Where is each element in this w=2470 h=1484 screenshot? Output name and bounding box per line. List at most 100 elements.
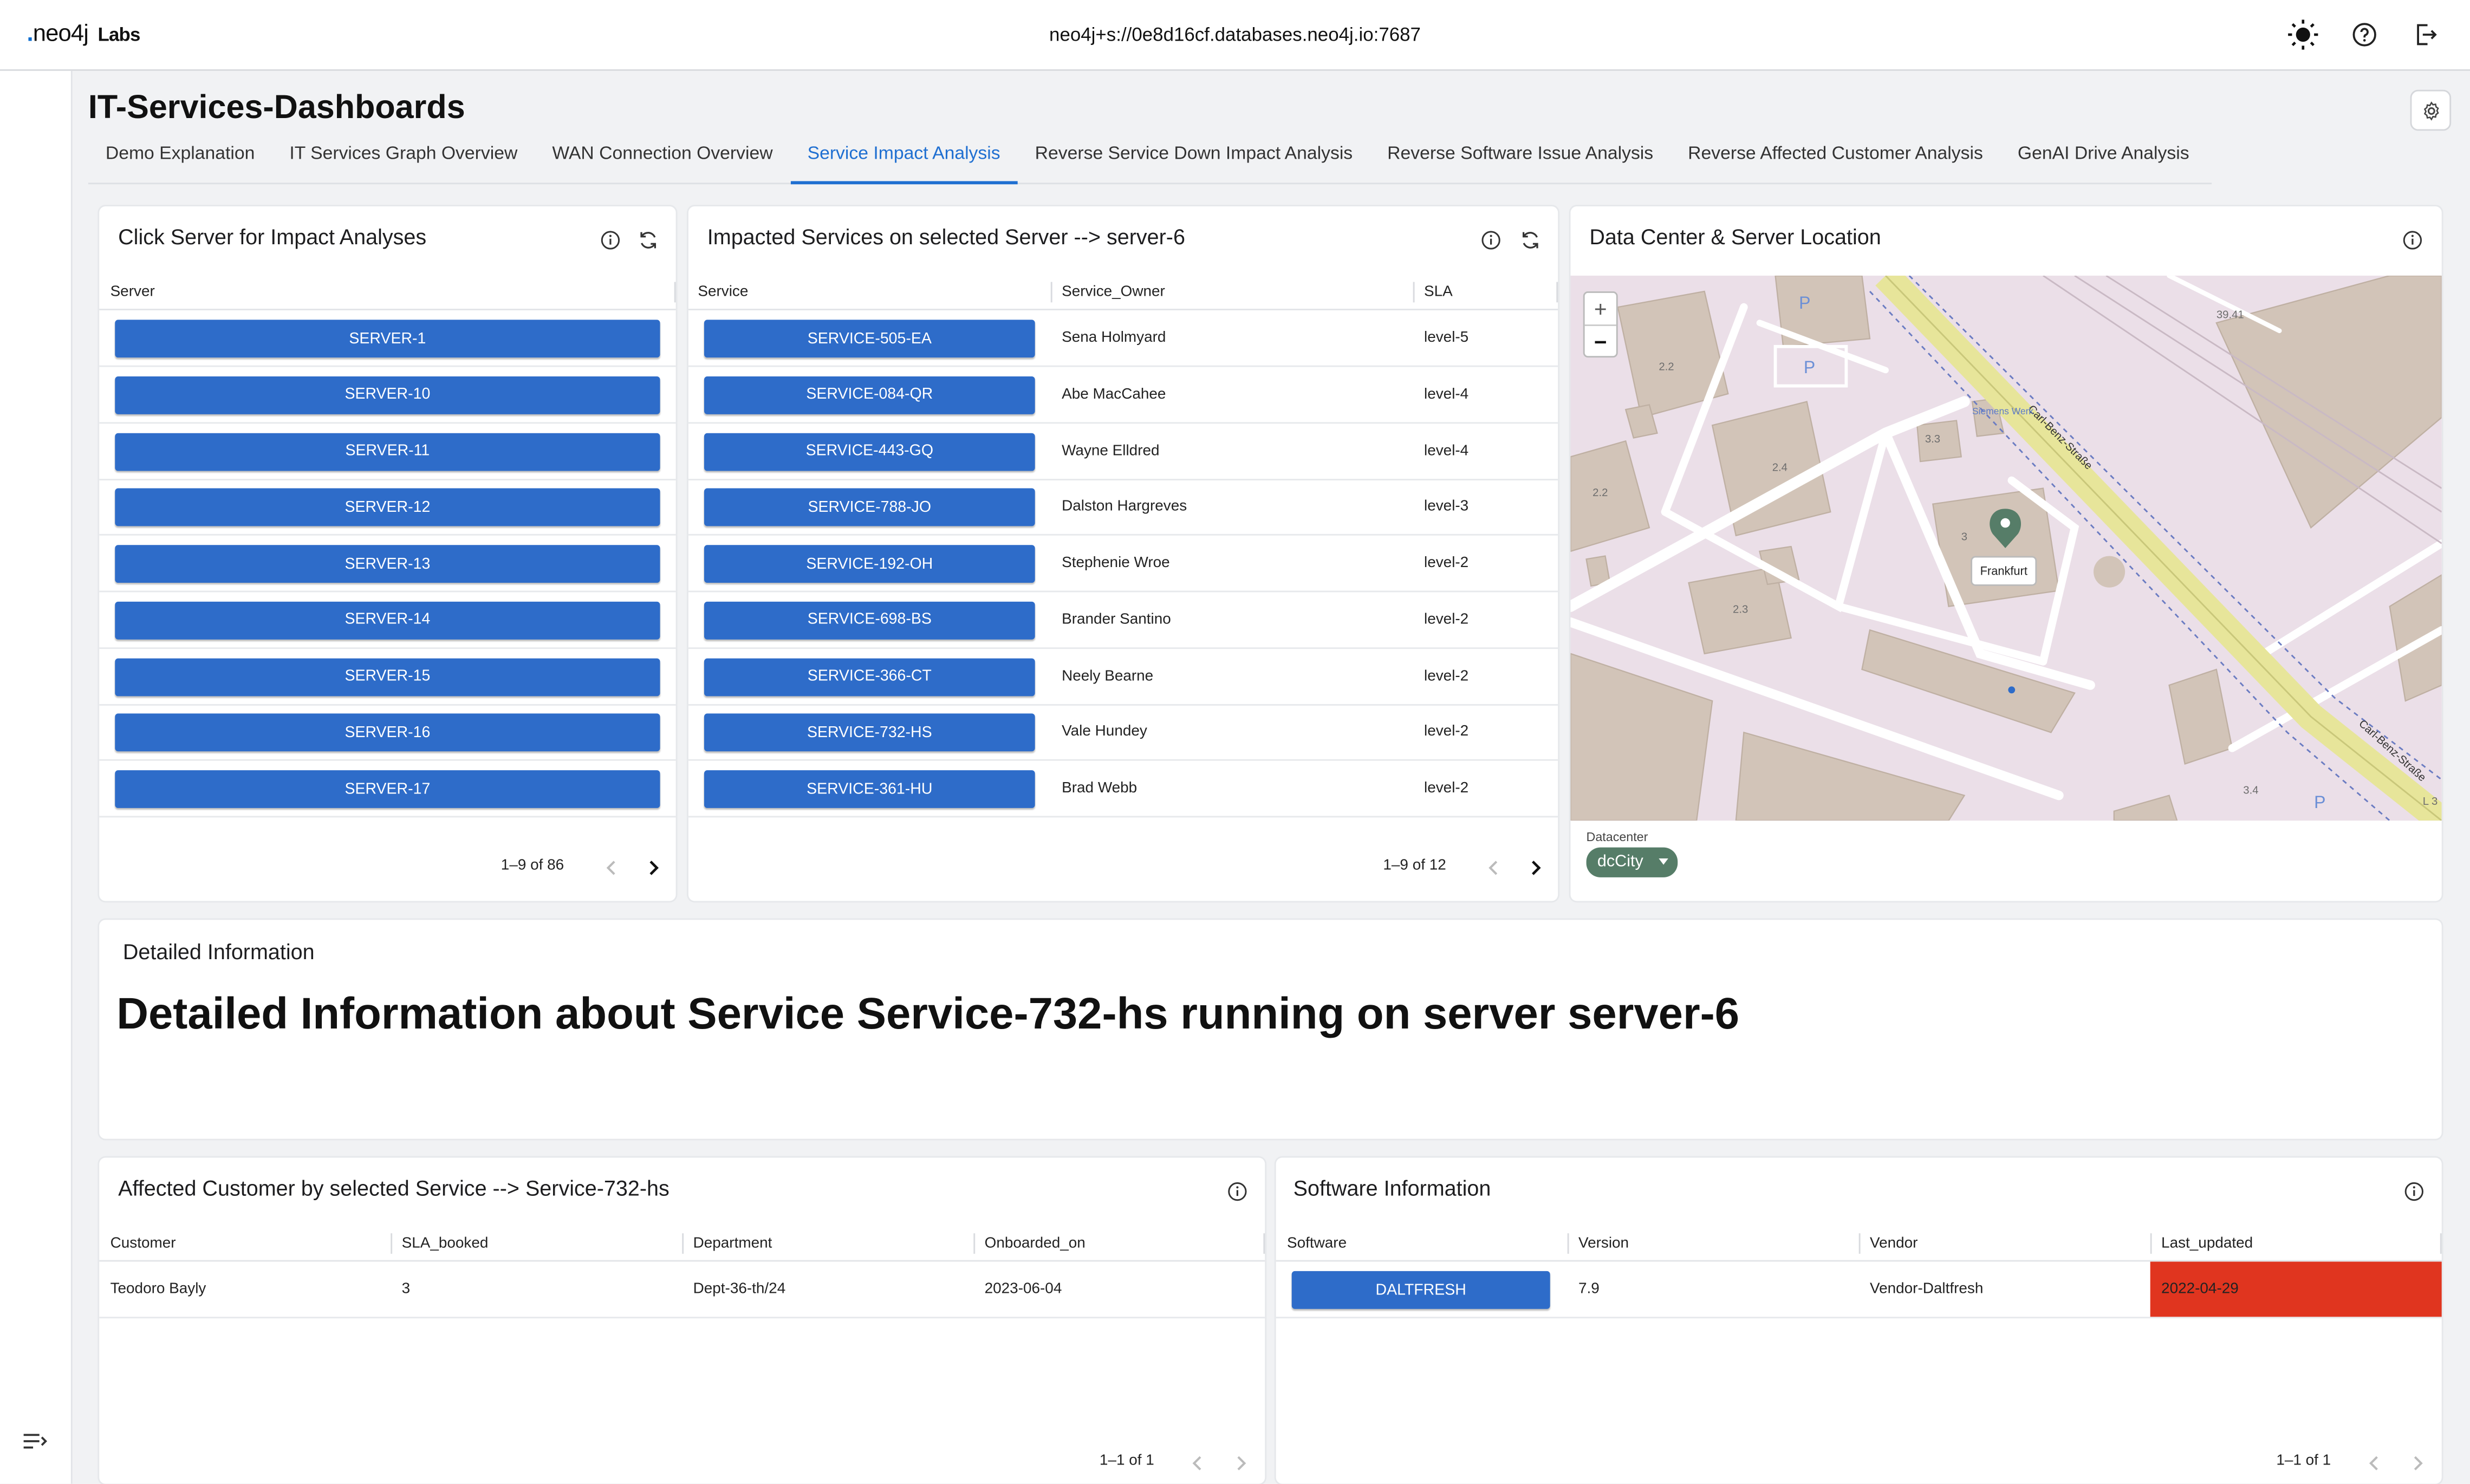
column-header-department[interactable]: Department <box>693 1235 772 1252</box>
column-header-sla[interactable]: SLA <box>1424 283 1453 301</box>
sla-cell: level-4 <box>1424 441 1469 459</box>
column-header-server[interactable]: Server <box>110 283 155 301</box>
tab-reverse-affected-customer[interactable]: Reverse Affected Customer Analysis <box>1670 140 2000 183</box>
service-button[interactable]: SERVICE-366-CT <box>704 658 1035 695</box>
info-icon[interactable] <box>599 229 621 251</box>
column-separator[interactable] <box>973 1233 976 1254</box>
table-row[interactable]: SERVER-17 <box>99 761 676 818</box>
tab-genai-drive-analysis[interactable]: GenAI Drive Analysis <box>2000 140 2207 183</box>
table-row[interactable]: SERVICE-366-CT Neely Bearne level-2 <box>688 648 1558 705</box>
column-separator[interactable] <box>1567 1233 1569 1254</box>
info-icon[interactable] <box>2401 229 2423 251</box>
service-button[interactable]: SERVICE-443-GQ <box>704 432 1035 471</box>
server-button[interactable]: SERVER-11 <box>115 432 660 471</box>
column-separator[interactable] <box>674 282 676 303</box>
column-separator[interactable] <box>2440 1233 2442 1254</box>
table-row[interactable]: SERVICE-084-QR Abe MacCahee level-4 <box>688 367 1558 424</box>
chevron-left-icon[interactable] <box>2363 1452 2385 1474</box>
tab-reverse-software-issue[interactable]: Reverse Software Issue Analysis <box>1370 140 1670 183</box>
tab-wan-connection-overview[interactable]: WAN Connection Overview <box>535 140 790 183</box>
software-button[interactable]: DALTFRESH <box>1291 1271 1550 1309</box>
settings-button[interactable] <box>2410 89 2452 131</box>
column-separator[interactable] <box>1413 282 1415 303</box>
sla-cell: level-2 <box>1424 667 1469 685</box>
column-header-customer[interactable]: Customer <box>110 1235 176 1252</box>
table-row[interactable]: Teodoro Bayly 3 Dept-36-th/24 2023-06-04 <box>99 1261 1265 1319</box>
service-button[interactable]: SERVICE-732-HS <box>704 714 1035 752</box>
column-separator[interactable] <box>1556 282 1558 303</box>
table-row[interactable]: DALTFRESH 7.9 Vendor-Daltfresh 2022-04-2… <box>1276 1261 2442 1319</box>
table-row[interactable]: SERVER-11 <box>99 423 676 480</box>
chevron-right-icon[interactable] <box>1230 1452 1252 1474</box>
chevron-right-icon[interactable] <box>2407 1452 2429 1474</box>
server-button[interactable]: SERVER-14 <box>115 601 660 640</box>
sidebar-toggle-icon[interactable] <box>22 1430 48 1459</box>
table-row[interactable]: SERVICE-788-JO Dalston Hargreves level-3 <box>688 479 1558 536</box>
server-button[interactable]: SERVER-17 <box>115 770 660 808</box>
server-button[interactable]: SERVER-1 <box>115 320 660 358</box>
map-tiles[interactable]: 2.2 2.4 2.2 2.3 3.3 3.4 39.41 3 L 3 P P … <box>1570 275 2442 821</box>
server-button[interactable]: SERVER-16 <box>115 714 660 752</box>
column-separator[interactable] <box>391 1233 393 1254</box>
card-title: Detailed Information <box>122 940 315 964</box>
table-row[interactable]: SERVICE-732-HS Vale Hundey level-2 <box>688 705 1558 761</box>
column-header-service[interactable]: Service <box>698 283 748 301</box>
table-row[interactable]: SERVER-1 <box>99 310 676 367</box>
table-row[interactable]: SERVICE-505-EA Sena Holmyard level-5 <box>688 310 1558 367</box>
table-row[interactable]: SERVER-10 <box>99 367 676 424</box>
table-row[interactable]: SERVER-15 <box>99 648 676 705</box>
tab-reverse-service-down[interactable]: Reverse Service Down Impact Analysis <box>1018 140 1370 183</box>
tab-service-impact-analysis[interactable]: Service Impact Analysis <box>790 140 1018 185</box>
column-header-last-updated[interactable]: Last_updated <box>2161 1235 2253 1252</box>
datacenter-select[interactable]: dcCity <box>1586 847 1678 877</box>
column-separator[interactable] <box>682 1233 684 1254</box>
info-icon[interactable] <box>2402 1180 2424 1202</box>
column-header-version[interactable]: Version <box>1578 1235 1629 1252</box>
column-separator[interactable] <box>1263 1233 1265 1254</box>
chevron-left-icon[interactable] <box>1483 857 1505 879</box>
server-button[interactable]: SERVER-10 <box>115 376 660 414</box>
server-button[interactable]: SERVER-13 <box>115 545 660 583</box>
version-cell: 7.9 <box>1578 1280 1600 1298</box>
table-row[interactable]: SERVICE-698-BS Brander Santino level-2 <box>688 592 1558 649</box>
logout-icon[interactable] <box>2410 19 2442 50</box>
column-header-vendor[interactable]: Vendor <box>1870 1235 1917 1252</box>
help-icon[interactable] <box>2349 19 2380 50</box>
column-separator[interactable] <box>2150 1233 2152 1254</box>
server-button[interactable]: SERVER-15 <box>115 658 660 695</box>
zoom-in-button[interactable]: + <box>1585 293 1616 324</box>
service-button[interactable]: SERVICE-788-JO <box>704 489 1035 527</box>
tab-demo-explanation[interactable]: Demo Explanation <box>88 140 272 183</box>
service-button[interactable]: SERVICE-505-EA <box>704 320 1035 358</box>
chevron-left-icon[interactable] <box>600 857 622 879</box>
table-row[interactable]: SERVER-16 <box>99 705 676 761</box>
column-header-software[interactable]: Software <box>1287 1235 1347 1252</box>
column-header-service-owner[interactable]: Service_Owner <box>1062 283 1165 301</box>
chevron-right-icon[interactable] <box>1525 857 1547 879</box>
chevron-right-icon[interactable] <box>643 857 665 879</box>
column-separator[interactable] <box>1858 1233 1861 1254</box>
table-row[interactable]: SERVER-13 <box>99 536 676 593</box>
column-header-onboarded-on[interactable]: Onboarded_on <box>985 1235 1086 1252</box>
info-icon[interactable] <box>1226 1180 1248 1202</box>
tab-it-services-graph-overview[interactable]: IT Services Graph Overview <box>272 140 535 183</box>
service-button[interactable]: SERVICE-192-OH <box>704 545 1035 583</box>
column-separator[interactable] <box>1050 282 1052 303</box>
server-button[interactable]: SERVER-12 <box>115 489 660 527</box>
table-row[interactable]: SERVER-14 <box>99 592 676 649</box>
column-header-sla-booked[interactable]: SLA_booked <box>402 1235 489 1252</box>
table-row[interactable]: SERVICE-192-OH Stephenie Wroe level-2 <box>688 536 1558 593</box>
table-row[interactable]: SERVER-12 <box>99 479 676 536</box>
refresh-icon[interactable] <box>1519 229 1541 251</box>
table-row[interactable]: SERVICE-443-GQ Wayne Elldred level-4 <box>688 423 1558 480</box>
zoom-out-button[interactable]: − <box>1584 324 1616 357</box>
sun-icon[interactable] <box>2287 19 2319 50</box>
location-map[interactable]: 2.2 2.4 2.2 2.3 3.3 3.4 39.41 3 L 3 P P … <box>1570 275 2442 821</box>
chevron-left-icon[interactable] <box>1186 1452 1208 1474</box>
table-row[interactable]: SERVICE-361-HU Brad Webb level-2 <box>688 761 1558 818</box>
service-button[interactable]: SERVICE-361-HU <box>704 770 1035 808</box>
refresh-icon[interactable] <box>636 229 659 251</box>
info-icon[interactable] <box>1479 229 1502 251</box>
service-button[interactable]: SERVICE-698-BS <box>704 601 1035 640</box>
service-button[interactable]: SERVICE-084-QR <box>704 376 1035 414</box>
